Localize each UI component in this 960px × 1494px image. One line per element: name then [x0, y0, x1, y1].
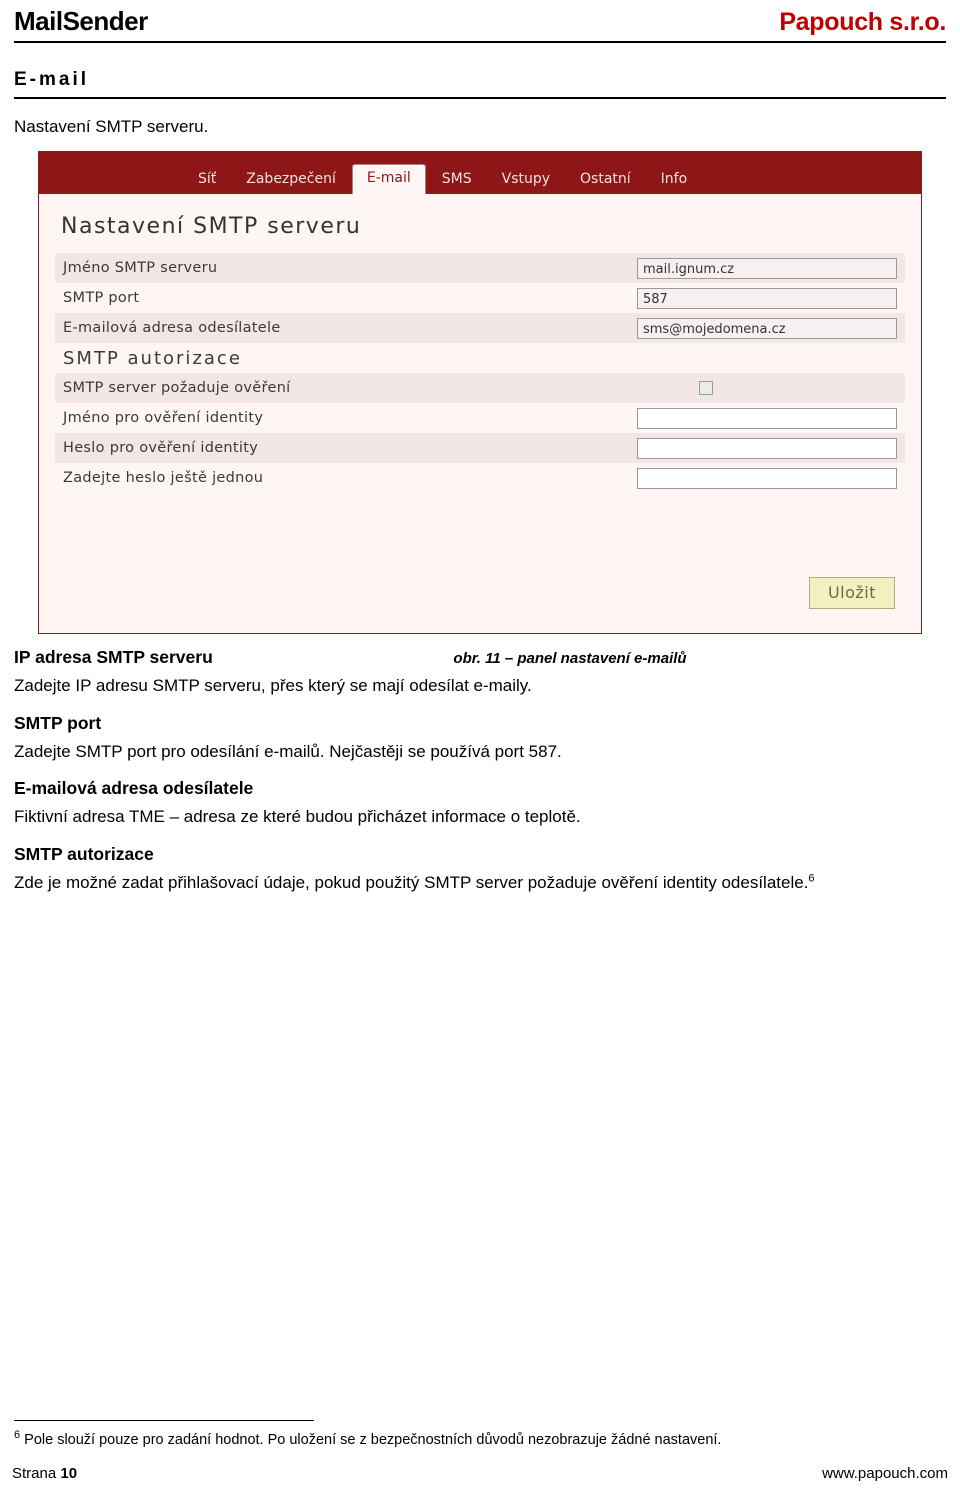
- input-smtp-server-name[interactable]: mail.ignum.cz: [637, 257, 897, 279]
- checkbox-requires-auth[interactable]: [699, 381, 713, 395]
- footnote-divider: [14, 1420, 314, 1422]
- label-auth-password: Heslo pro ověření identity: [63, 440, 259, 456]
- label-smtp-authorization: SMTP autorizace: [63, 347, 242, 369]
- document-header: MailSender Papouch s.r.o.: [12, 0, 948, 41]
- footer-url: www.papouch.com: [822, 1465, 948, 1482]
- footnote-text: 6 Pole slouží pouze pro zadání hodnot. P…: [14, 1429, 948, 1448]
- input-auth-password[interactable]: [637, 437, 897, 459]
- para-smtp-port: Zadejte SMTP port pro odesílání e-mailů.…: [14, 741, 562, 761]
- footnote-marker-inline: 6: [808, 872, 815, 885]
- smtp-settings-heading: Nastavení SMTP serveru: [61, 214, 362, 239]
- row-smtp-port: SMTP port 587: [55, 283, 905, 313]
- tab-zabezpeceni[interactable]: Zabezpečení: [232, 165, 350, 194]
- save-button[interactable]: Uložit: [808, 577, 895, 609]
- tab-sms[interactable]: SMS: [428, 165, 486, 194]
- page-number: 10: [60, 1465, 78, 1482]
- document-page: MailSender Papouch s.r.o. E-mail Nastave…: [0, 0, 960, 1494]
- row-group-smtp-auth: SMTP autorizace: [55, 343, 905, 373]
- footnote-body: Pole slouží pouze pro zadání hodnot. Po …: [24, 1432, 722, 1448]
- label-smtp-port: SMTP port: [63, 290, 140, 306]
- input-auth-password-repeat[interactable]: [637, 467, 897, 489]
- save-area: Uložit: [55, 493, 905, 623]
- tab-vstupy[interactable]: Vstupy: [488, 165, 564, 194]
- footnote-area: 6 Pole slouží pouze pro zadání hodnot. P…: [12, 1420, 948, 1448]
- section-divider: [14, 97, 946, 99]
- label-requires-auth: SMTP server požaduje ověření: [63, 380, 291, 396]
- intro-text: Nastavení SMTP serveru.: [14, 117, 209, 136]
- label-auth-password-repeat: Zadejte heslo ještě jednou: [63, 470, 264, 486]
- footnote-marker: 6: [14, 1429, 21, 1442]
- company-name: Papouch s.r.o.: [779, 8, 946, 36]
- product-title: MailSender: [14, 6, 148, 36]
- header-divider: [14, 41, 946, 43]
- checkbox-holder: [637, 381, 897, 395]
- tab-sit[interactable]: Síť: [184, 165, 230, 194]
- page-number-area: Strana 10: [12, 1465, 77, 1482]
- screenshot-figure: Síť Zabezpečení E-mail SMS Vstupy Ostatn…: [38, 151, 922, 634]
- tab-email[interactable]: E-mail: [351, 164, 426, 194]
- row-auth-password: Heslo pro ověření identity: [55, 433, 905, 463]
- input-smtp-port[interactable]: 587: [637, 287, 897, 309]
- screenshot-body: Nastavení SMTP serveru Jméno SMTP server…: [39, 194, 921, 633]
- heading-smtp-port: SMTP port: [14, 712, 102, 733]
- heading-sender-address: E-mailová adresa odesílatele: [14, 778, 254, 799]
- input-auth-username[interactable]: [637, 407, 897, 429]
- body-content: IP adresa SMTP serveru Zadejte IP adresu…: [14, 647, 946, 896]
- para-ip-adresa: Zadejte IP adresu SMTP serveru, přes kte…: [14, 676, 532, 695]
- para-smtp-authorization-text: Zde je možné zadat přihlašovací údaje, p…: [14, 872, 809, 892]
- row-sender-address: E-mailová adresa odesílatele sms@mojedom…: [55, 313, 905, 343]
- page-footer: Strana 10 www.papouch.com: [12, 1465, 948, 1482]
- page-label: Strana: [12, 1465, 57, 1482]
- para-sender-address: Fiktivní adresa TME – adresa ze které bu…: [14, 807, 581, 827]
- row-auth-username: Jméno pro ověření identity: [55, 403, 905, 433]
- tab-info[interactable]: Info: [647, 165, 702, 194]
- row-auth-password-repeat: Zadejte heslo ještě jednou: [55, 463, 905, 493]
- label-smtp-server-name: Jméno SMTP serveru: [63, 260, 218, 276]
- input-sender-address[interactable]: sms@mojedomena.cz: [637, 317, 897, 339]
- row-requires-auth: SMTP server požaduje ověření: [55, 373, 905, 403]
- screenshot-tabbar: Síť Zabezpečení E-mail SMS Vstupy Ostatn…: [39, 152, 921, 194]
- page-title: E-mail: [14, 69, 90, 90]
- para-smtp-authorization: Zde je možné zadat přihlašovací údaje, p…: [14, 871, 946, 896]
- label-auth-username: Jméno pro ověření identity: [63, 410, 264, 426]
- label-sender-address: E-mailová adresa odesílatele: [63, 320, 281, 336]
- row-smtp-server-name: Jméno SMTP serveru mail.ignum.cz: [55, 253, 905, 283]
- tab-ostatni[interactable]: Ostatní: [566, 165, 645, 194]
- heading-smtp-authorization: SMTP autorizace: [14, 843, 154, 864]
